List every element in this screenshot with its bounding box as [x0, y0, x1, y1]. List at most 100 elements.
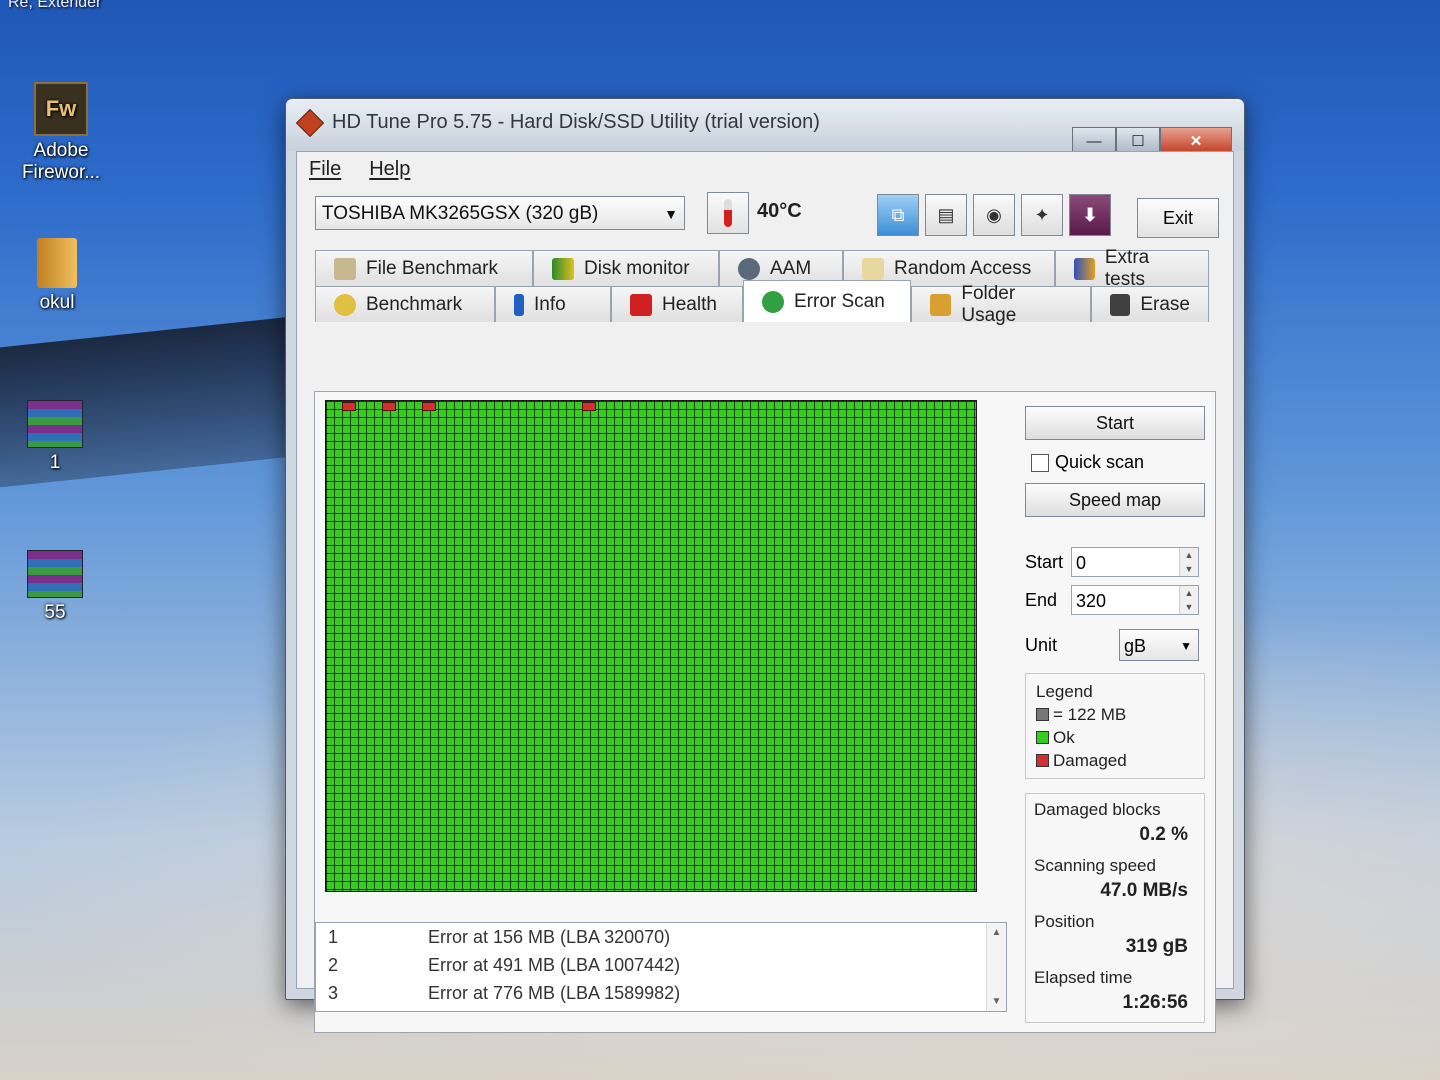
tab-label: Folder Usage	[961, 282, 1017, 326]
chevron-down-icon: ▼	[1180, 639, 1192, 653]
unit-select-value: gB	[1124, 636, 1147, 656]
desktop-icon-okul[interactable]: okul	[2, 238, 112, 314]
scroll-up-icon[interactable]: ▲	[992, 927, 1002, 938]
trash-icon	[1110, 293, 1131, 316]
tab-extra-tests[interactable]: Extra tests	[1055, 247, 1209, 290]
start-field-value: 0	[1076, 553, 1087, 573]
scanning-speed-value: 47.0 MB/s	[1100, 880, 1188, 901]
health-cross-icon	[630, 293, 652, 316]
damaged-blocks-label: Damaged blocks	[1034, 800, 1161, 819]
desktop-icon-label: Adobe Firewor...	[21, 140, 101, 183]
ok-swatch	[1036, 731, 1049, 744]
speed-map-button[interactable]: Speed map	[1025, 483, 1205, 517]
desktop-icon-label: 55	[44, 602, 66, 623]
winrar-archive-icon	[27, 550, 83, 598]
disk-monitor-icon	[552, 257, 574, 280]
list-item[interactable]: 3 Error at 776 MB (LBA 1589982)	[316, 979, 1006, 1007]
desktop-icon-label: okul	[39, 292, 75, 313]
options-wrench-button[interactable]: ✦	[1021, 194, 1063, 236]
desktop-icon-fireworks[interactable]: Fw Adobe Firewor...	[6, 82, 116, 184]
tab-disk-monitor[interactable]: Disk monitor	[533, 250, 719, 286]
folder-usage-icon	[930, 293, 952, 316]
tab-label: Erase	[1140, 293, 1190, 315]
thermometer-icon	[707, 192, 749, 234]
legend-block-size: = 122 MB	[1053, 704, 1127, 724]
speaker-icon	[738, 257, 760, 280]
random-access-icon	[862, 257, 884, 280]
fireworks-icon: Fw	[34, 82, 88, 136]
damaged-swatch	[1036, 754, 1049, 767]
legend-box: Legend = 122 MB Ok Damaged	[1025, 673, 1205, 779]
start-scan-button[interactable]: Start	[1025, 406, 1205, 440]
list-item[interactable]: 1 Error at 156 MB (LBA 320070)	[316, 923, 1006, 951]
tab-label: Extra tests	[1104, 246, 1150, 290]
screenshot-camera-button[interactable]: ◉	[973, 194, 1015, 236]
chevron-down-icon: ▼	[664, 206, 678, 222]
lightbulb-icon	[334, 293, 356, 316]
start-field-label: Start	[1025, 551, 1064, 572]
scroll-down-icon[interactable]: ▼	[992, 996, 1002, 1007]
start-field[interactable]: 0 ▲ ▼	[1071, 547, 1199, 577]
magnifier-icon	[762, 290, 784, 313]
list-item[interactable]: 2 Error at 491 MB (LBA 1007442)	[316, 951, 1006, 979]
save-download-button[interactable]: ⬇	[1069, 194, 1111, 236]
damaged-blocks-value: 0.2 %	[1139, 824, 1188, 845]
error-list-scrollbar[interactable]: ▲ ▼	[986, 923, 1006, 1011]
menu-file[interactable]: File	[309, 158, 341, 181]
damaged-block	[342, 402, 356, 411]
desktop-icon-archive-55[interactable]: 55	[0, 550, 110, 624]
tab-erase[interactable]: Erase	[1091, 286, 1209, 322]
block-map-grid	[325, 400, 977, 892]
tab-error-scan[interactable]: Error Scan	[743, 280, 911, 322]
end-field[interactable]: 320 ▲ ▼	[1071, 585, 1199, 615]
tab-label: Benchmark	[366, 293, 463, 315]
spin-arrows-icon[interactable]: ▲ ▼	[1179, 586, 1198, 614]
file-benchmark-icon	[334, 257, 356, 280]
end-field-row: End 320 ▲ ▼	[1025, 585, 1205, 615]
error-text: Error at 491 MB (LBA 1007442)	[428, 954, 681, 975]
block-size-swatch	[1036, 708, 1049, 721]
drive-select-value: TOSHIBA MK3265GSX (320 gB)	[322, 203, 599, 224]
desktop-icon-label: 1	[49, 452, 61, 473]
damaged-block	[582, 402, 596, 411]
exit-button[interactable]: Exit	[1137, 198, 1219, 238]
copy-info-button[interactable]: ⧉	[877, 194, 919, 236]
clipboard-button[interactable]: ▤	[925, 194, 967, 236]
tab-folder-usage[interactable]: Folder Usage	[911, 283, 1091, 326]
extra-tests-icon	[1074, 257, 1095, 280]
winrar-archive-icon	[27, 400, 83, 448]
tab-strip: File Benchmark Disk monitor AAM Random A…	[315, 247, 1233, 328]
error-list[interactable]: 1 Error at 156 MB (LBA 320070) 2 Error a…	[315, 922, 1007, 1012]
elapsed-time-label: Elapsed time	[1034, 968, 1133, 987]
folder-icon	[37, 238, 77, 288]
menu-bar: File Help	[297, 152, 1233, 186]
info-icon	[514, 293, 524, 316]
unit-field-row: Unit gB ▼	[1025, 629, 1205, 661]
position-value: 319 gB	[1125, 936, 1188, 957]
error-scan-panel: Start Quick scan Speed map Start 0 ▲ ▼ En…	[314, 391, 1216, 1033]
damaged-block	[422, 402, 436, 411]
desktop-icon-archive-1[interactable]: 1	[0, 400, 110, 474]
tab-benchmark[interactable]: Benchmark	[315, 286, 495, 322]
position-label: Position	[1034, 912, 1095, 931]
tab-label: Info	[534, 293, 566, 315]
unit-label: Unit	[1025, 634, 1058, 655]
tab-info[interactable]: Info	[495, 286, 611, 322]
menu-help[interactable]: Help	[369, 158, 410, 181]
desktop-partial-label: Re, Extender	[8, 0, 102, 11]
tab-health[interactable]: Health	[611, 286, 743, 322]
window-title: HD Tune Pro 5.75 - Hard Disk/SSD Utility…	[332, 111, 820, 133]
scanning-speed-label: Scanning speed	[1034, 856, 1156, 875]
unit-select[interactable]: gB ▼	[1119, 629, 1199, 661]
drive-select[interactable]: TOSHIBA MK3265GSX (320 gB) ▼	[315, 196, 685, 230]
spin-arrows-icon[interactable]: ▲ ▼	[1179, 548, 1198, 576]
tab-file-benchmark[interactable]: File Benchmark	[315, 250, 533, 286]
end-field-value: 320	[1076, 591, 1107, 611]
hdtune-app-icon	[295, 108, 325, 138]
title-bar[interactable]: HD Tune Pro 5.75 - Hard Disk/SSD Utility…	[286, 99, 1244, 155]
quick-scan-checkbox[interactable]: Quick scan	[1031, 452, 1205, 473]
quick-scan-label: Quick scan	[1055, 452, 1145, 472]
error-index: 3	[328, 982, 339, 1003]
legend-title: Legend	[1036, 681, 1093, 701]
error-text: Error at 156 MB (LBA 320070)	[428, 926, 671, 947]
